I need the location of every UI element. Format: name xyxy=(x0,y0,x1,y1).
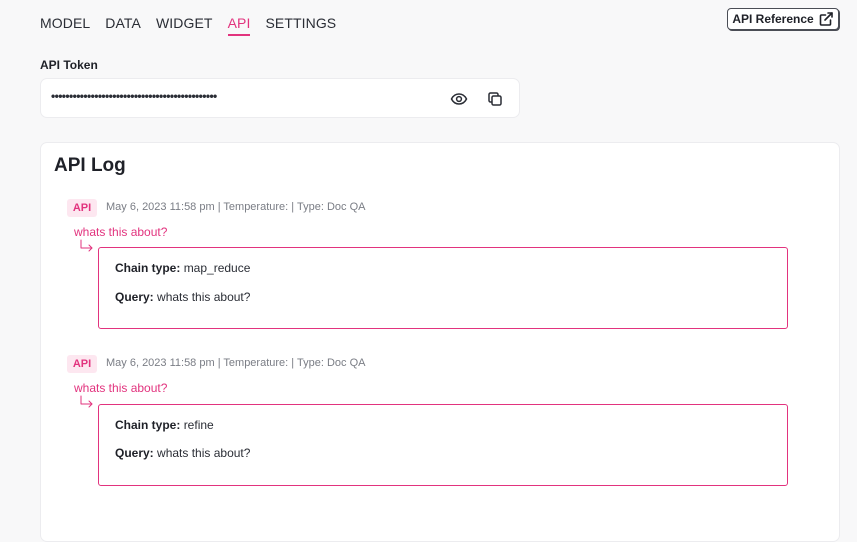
api-token-label: API Token xyxy=(40,58,98,72)
chain-type-value: refine xyxy=(183,418,214,432)
query-line: Query: whats this about? xyxy=(115,290,250,304)
copy-icon[interactable] xyxy=(485,89,505,109)
tab-settings[interactable]: SETTINGS xyxy=(265,14,336,36)
tab-bar: MODEL DATA WIDGET API SETTINGS xyxy=(40,14,351,36)
eye-icon[interactable] xyxy=(449,89,469,109)
external-link-icon xyxy=(819,12,833,26)
api-log-title: API Log xyxy=(54,155,126,176)
api-log-panel: API Log API May 6, 2023 11:58 pm | Tempe… xyxy=(40,142,840,542)
api-reference-label: API Reference xyxy=(732,12,814,26)
reply-arrow-icon xyxy=(80,395,93,408)
query-value: whats this about? xyxy=(157,446,251,460)
query-label: Query: xyxy=(115,446,154,460)
query-value: whats this about? xyxy=(157,290,251,304)
log-entry-question: whats this about? xyxy=(74,225,168,239)
log-entry-meta: May 6, 2023 11:58 pm | Temperature: | Ty… xyxy=(106,201,366,213)
tab-model[interactable]: MODEL xyxy=(40,14,90,36)
tab-widget[interactable]: WIDGET xyxy=(156,14,213,36)
query-label: Query: xyxy=(115,290,154,304)
log-entry-question: whats this about? xyxy=(74,381,168,395)
api-reference-button[interactable]: API Reference xyxy=(727,8,839,30)
chain-type-label: Chain type: xyxy=(115,418,181,432)
api-token-field[interactable]: ••••••••••••••••••••••••••••••••••••••••… xyxy=(40,78,520,118)
chain-type-line: Chain type: refine xyxy=(115,418,214,432)
tab-api[interactable]: API xyxy=(227,14,251,36)
log-entry-meta: May 6, 2023 11:58 pm | Temperature: | Ty… xyxy=(106,357,366,369)
query-line: Query: whats this about? xyxy=(115,446,250,460)
api-badge: API xyxy=(67,355,97,373)
chain-type-value: map_reduce xyxy=(183,261,251,275)
chain-type-line: Chain type: map_reduce xyxy=(115,261,250,275)
log-entry-details: Chain type: map_reduce Query: whats this… xyxy=(98,247,788,329)
tab-data[interactable]: DATA xyxy=(105,14,141,36)
reply-arrow-icon xyxy=(80,239,93,252)
api-token-value: ••••••••••••••••••••••••••••••••••••••••… xyxy=(51,89,217,103)
log-entry-details: Chain type: refine Query: whats this abo… xyxy=(98,404,788,486)
chain-type-label: Chain type: xyxy=(115,261,181,275)
api-badge: API xyxy=(67,199,97,217)
